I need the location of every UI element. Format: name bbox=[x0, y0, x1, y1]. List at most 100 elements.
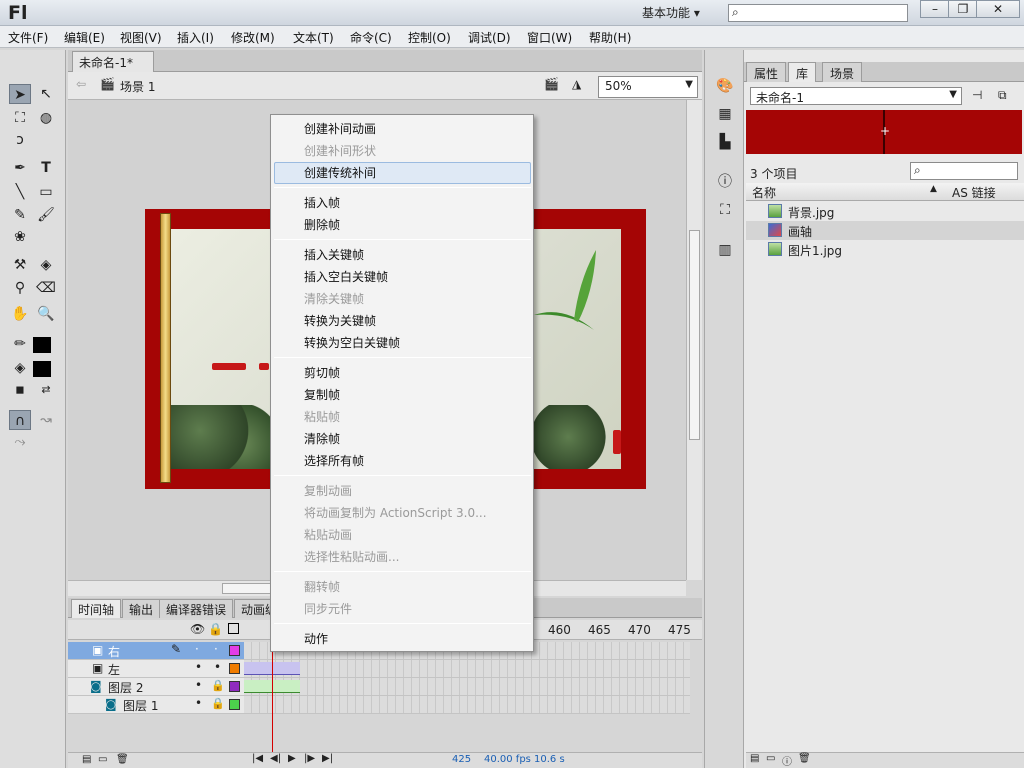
properties-icon[interactable]: ⓘ bbox=[782, 753, 792, 768]
new-symbol-icon[interactable]: ▤ bbox=[750, 753, 759, 764]
context-menu-item[interactable]: 创建补间动画 bbox=[304, 120, 376, 138]
context-menu-item[interactable]: 转换为空白关键帧 bbox=[304, 334, 400, 352]
context-menu-item[interactable]: 翻转帧 bbox=[304, 578, 340, 596]
context-menu-item[interactable]: 动作 bbox=[304, 630, 328, 648]
menu-commands[interactable]: 命令(C) bbox=[350, 29, 392, 46]
library-document-select[interactable]: 未命名-1 ▼ bbox=[750, 87, 962, 105]
swap-colors-icon[interactable]: ⇄ bbox=[35, 380, 57, 400]
tab-library[interactable]: 库 bbox=[788, 62, 817, 82]
layer-color-box[interactable] bbox=[229, 645, 240, 656]
context-menu-item[interactable]: 创建补间形状 bbox=[304, 142, 376, 160]
swatches-panel-icon[interactable]: ▦ bbox=[714, 104, 736, 124]
menu-insert[interactable]: 插入(I) bbox=[177, 29, 214, 46]
context-menu-item[interactable]: 清除关键帧 bbox=[304, 290, 364, 308]
tab-scene[interactable]: 场景 bbox=[822, 62, 863, 82]
current-frame[interactable]: 425 bbox=[452, 754, 471, 765]
fill-color-icon[interactable]: ◈ bbox=[9, 358, 31, 378]
menu-file[interactable]: 文件(F) bbox=[8, 29, 48, 46]
step-forward-icon[interactable]: |▶ bbox=[304, 753, 315, 764]
scene-label[interactable]: 场景 1 bbox=[120, 78, 155, 95]
menu-debug[interactable]: 调试(D) bbox=[468, 29, 511, 46]
paint-bucket-tool-icon[interactable]: ◈ bbox=[35, 255, 57, 275]
menu-control[interactable]: 控制(O) bbox=[408, 29, 451, 46]
new-library-icon[interactable]: ⧉ bbox=[998, 88, 1007, 103]
3d-rotation-tool-icon[interactable]: ◍ bbox=[35, 108, 57, 128]
library-search-input[interactable]: ⌕ bbox=[910, 162, 1018, 180]
library-item[interactable]: 背景.jpg bbox=[746, 202, 1024, 221]
library-item[interactable]: 图片1.jpg bbox=[746, 240, 1024, 259]
eye-icon[interactable]: 👁 bbox=[190, 622, 205, 636]
eraser-tool-icon[interactable]: ⌫ bbox=[35, 278, 57, 298]
menu-edit[interactable]: 编辑(E) bbox=[64, 29, 105, 46]
text-tool-icon[interactable]: T bbox=[35, 158, 57, 178]
layer-color-box[interactable] bbox=[229, 663, 240, 674]
context-menu-item[interactable]: 转换为关键帧 bbox=[304, 312, 376, 330]
frame-rate[interactable]: 40.00 fps bbox=[484, 754, 531, 765]
selection-tool-icon[interactable]: ➤ bbox=[9, 84, 31, 104]
stroke-color-icon[interactable]: ✏ bbox=[9, 334, 31, 354]
layer-row[interactable]: ◙ 图层 1 • 🔒 bbox=[68, 696, 244, 714]
frame-track[interactable] bbox=[244, 696, 690, 714]
pen-tool-icon[interactable]: ✒ bbox=[9, 158, 31, 178]
info-panel-icon[interactable]: ⓘ bbox=[714, 172, 736, 192]
context-menu-item[interactable]: 插入帧 bbox=[304, 194, 340, 212]
zoom-tool-icon[interactable]: 🔍 bbox=[35, 304, 57, 324]
brush-tool-icon[interactable]: 🖌 bbox=[35, 205, 57, 225]
context-menu-item[interactable]: 选择性粘贴动画... bbox=[304, 548, 399, 566]
help-search-input[interactable]: ⌕ bbox=[728, 4, 908, 22]
pencil-tool-icon[interactable]: ✎ bbox=[9, 205, 31, 225]
new-folder-icon[interactable]: ▭ bbox=[98, 754, 107, 765]
tab-output[interactable]: 输出 bbox=[122, 599, 161, 618]
visible-dot[interactable]: • bbox=[195, 660, 202, 674]
components-panel-icon[interactable]: ▥ bbox=[714, 240, 736, 260]
context-menu-item[interactable]: 粘贴动画 bbox=[304, 526, 352, 544]
smooth-icon[interactable]: ↝ bbox=[35, 410, 57, 430]
visible-dot[interactable]: • bbox=[195, 696, 202, 710]
minimize-button[interactable]: – bbox=[920, 0, 950, 18]
align-panel-icon[interactable]: ▙ bbox=[714, 132, 736, 152]
context-menu-item[interactable]: 选择所有帧 bbox=[304, 452, 364, 470]
layer-row[interactable]: ▣ 左 • • bbox=[68, 660, 244, 678]
frame-track[interactable] bbox=[244, 678, 690, 696]
tab-properties[interactable]: 属性 bbox=[746, 62, 787, 82]
context-menu-item[interactable]: 删除帧 bbox=[304, 216, 340, 234]
lasso-tool-icon[interactable]: ↄ bbox=[9, 130, 31, 150]
visible-dot[interactable]: • bbox=[195, 678, 202, 692]
last-frame-icon[interactable]: ▶| bbox=[322, 753, 333, 764]
pin-icon[interactable]: ⊣ bbox=[972, 88, 982, 102]
line-tool-icon[interactable]: ╲ bbox=[9, 182, 31, 202]
menu-help[interactable]: 帮助(H) bbox=[589, 29, 631, 46]
straighten-icon[interactable]: ⤳ bbox=[9, 432, 31, 452]
rectangle-tool-icon[interactable]: ▭ bbox=[35, 182, 57, 202]
lock-icon[interactable]: 🔒 bbox=[211, 697, 225, 710]
black-white-icon[interactable]: ◼ bbox=[9, 380, 31, 400]
vertical-scroll-thumb[interactable] bbox=[689, 230, 700, 440]
menu-view[interactable]: 视图(V) bbox=[120, 29, 162, 46]
layer-row[interactable]: ◙ 图层 2 • 🔒 bbox=[68, 678, 244, 696]
library-item[interactable]: 画轴 bbox=[746, 221, 1024, 240]
context-menu-item[interactable]: 插入关键帧 bbox=[304, 246, 364, 264]
sort-icon[interactable]: ▲ bbox=[930, 184, 937, 194]
eyedropper-tool-icon[interactable]: ⚲ bbox=[9, 278, 31, 298]
visible-dot[interactable]: · bbox=[195, 642, 199, 656]
lock-dot[interactable]: · bbox=[214, 642, 218, 656]
document-tab[interactable]: 未命名-1* × bbox=[72, 51, 154, 85]
lock-icon[interactable]: 🔒 bbox=[208, 622, 223, 636]
bone-tool-icon[interactable]: ⚒ bbox=[9, 255, 31, 275]
menu-text[interactable]: 文本(T) bbox=[293, 29, 334, 46]
free-transform-tool-icon[interactable]: ⛶ bbox=[9, 108, 31, 128]
menu-modify[interactable]: 修改(M) bbox=[231, 29, 275, 46]
lock-icon[interactable]: 🔒 bbox=[211, 679, 225, 692]
lock-dot[interactable]: • bbox=[214, 660, 221, 674]
layer-color-box[interactable] bbox=[229, 681, 240, 692]
snap-to-objects-icon[interactable]: ∩ bbox=[9, 410, 31, 430]
new-layer-icon[interactable]: ▤ bbox=[82, 754, 91, 765]
tab-timeline[interactable]: 时间轴 bbox=[71, 599, 122, 618]
edit-symbols-icon[interactable]: ◮ bbox=[572, 77, 581, 91]
back-arrow-icon[interactable]: ⇦ bbox=[76, 77, 86, 91]
step-back-icon[interactable]: ◀| bbox=[270, 753, 281, 764]
tab-compiler-errors[interactable]: 编译器错误 bbox=[159, 599, 234, 618]
fill-color-swatch[interactable] bbox=[33, 361, 51, 377]
vertical-scrollbar[interactable] bbox=[686, 100, 702, 580]
menu-window[interactable]: 窗口(W) bbox=[527, 29, 572, 46]
